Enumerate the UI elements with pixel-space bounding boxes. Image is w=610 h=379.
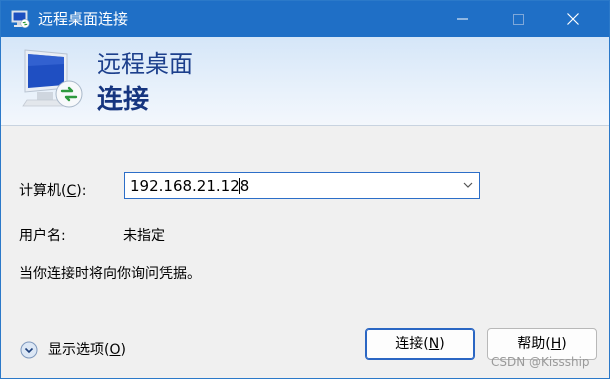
remote-desktop-window: 远程桌面连接 远程桌面 连接 计算机(C): 192.168.21.128 用户… xyxy=(0,0,610,379)
show-options-toggle[interactable]: 显示选项(O) xyxy=(20,340,140,360)
remote-desktop-monitor-icon xyxy=(22,49,83,108)
connect-button[interactable]: 连接(N) xyxy=(365,328,475,360)
close-icon xyxy=(567,13,579,25)
window-title: 远程桌面连接 xyxy=(38,10,129,28)
username-label: 用户名: xyxy=(19,228,66,244)
title-bar[interactable]: 远程桌面连接 xyxy=(1,1,609,37)
minimize-button[interactable] xyxy=(439,1,485,37)
computer-label: 计算机(C): xyxy=(19,183,87,199)
expand-down-icon xyxy=(20,341,38,359)
minimize-icon xyxy=(456,18,468,20)
banner-title-line1: 远程桌面 xyxy=(97,50,193,78)
credentials-info-text: 当你连接时将向你询问凭据。 xyxy=(19,266,201,282)
maximize-button[interactable] xyxy=(495,1,541,37)
username-value: 未指定 xyxy=(123,228,165,244)
show-options-label: 显示选项(O) xyxy=(48,342,126,358)
banner-title-line2: 连接 xyxy=(97,85,150,115)
header-banner: 远程桌面 连接 xyxy=(1,37,609,126)
watermark-text: CSDN @Kissship xyxy=(491,355,590,369)
computer-combobox[interactable]: 192.168.21.128 xyxy=(124,172,480,199)
remote-desktop-icon xyxy=(11,10,30,28)
computer-input[interactable]: 192.168.21.128 xyxy=(130,177,450,195)
close-button[interactable] xyxy=(550,1,596,37)
text-caret xyxy=(239,178,240,194)
maximize-icon xyxy=(512,13,524,25)
chevron-down-icon[interactable] xyxy=(463,181,473,189)
